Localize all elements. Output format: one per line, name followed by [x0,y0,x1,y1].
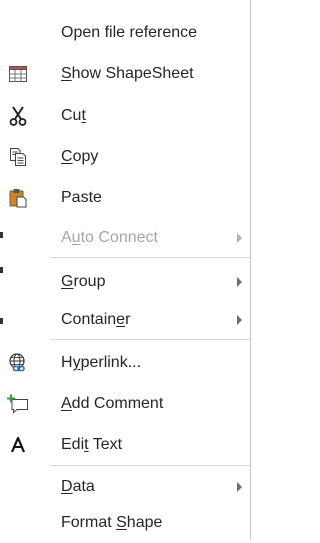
menu-item-label: Copy [61,148,99,165]
menu-item-cut[interactable]: Cut [0,96,250,136]
menu-item-show-shapesheet[interactable]: Show ShapeSheet [0,54,250,94]
menu-item-label: Paste [61,189,102,206]
chevron-right-icon [237,233,242,243]
menu-item-edit-text[interactable]: Edit Text [0,425,250,465]
menu-item-copy[interactable]: Copy [0,137,250,177]
chevron-right-icon [237,277,242,287]
menu-item-label: Format Shape [61,514,163,531]
menu-item-label: Hyperlink... [61,354,142,371]
menu-item-label: Add Comment [61,395,164,412]
separator [50,465,250,466]
chevron-right-icon [237,315,242,325]
menu-item-label: Group [61,273,106,290]
context-menu: Open file reference Show ShapeSheet Cut … [0,0,251,540]
menu-item-label: Auto Connect [61,229,158,246]
separator [50,339,250,340]
shapesheet-icon [6,62,30,86]
menu-item-group[interactable]: Group [0,262,250,302]
menu-item-data[interactable]: Data [0,467,250,507]
paste-icon [6,186,30,210]
hyperlink-globe-icon [6,351,30,375]
menu-item-format-shape[interactable]: Format Shape [0,503,250,543]
chevron-right-icon [237,482,242,492]
separator [50,257,250,258]
menu-item-label: Container [61,311,131,328]
menu-item-open-file-reference[interactable]: Open file reference [0,13,250,53]
scissors-icon [6,104,30,128]
menu-item-paste[interactable]: Paste [0,178,250,218]
menu-item-container[interactable]: Container [0,300,250,340]
menu-item-hyperlink[interactable]: Hyperlink... [0,343,250,383]
add-comment-icon [6,392,30,416]
menu-item-label: Show ShapeSheet [61,65,194,82]
copy-icon [6,145,30,169]
menu-item-add-comment[interactable]: Add Comment [0,384,250,424]
menu-item-label: Edit Text [61,436,123,453]
menu-item-label: Open file reference [61,24,198,41]
menu-item-auto-connect[interactable]: Auto Connect [0,218,250,258]
menu-item-label: Cut [61,107,86,124]
menu-item-label: Data [61,478,95,495]
text-a-icon [6,433,30,457]
